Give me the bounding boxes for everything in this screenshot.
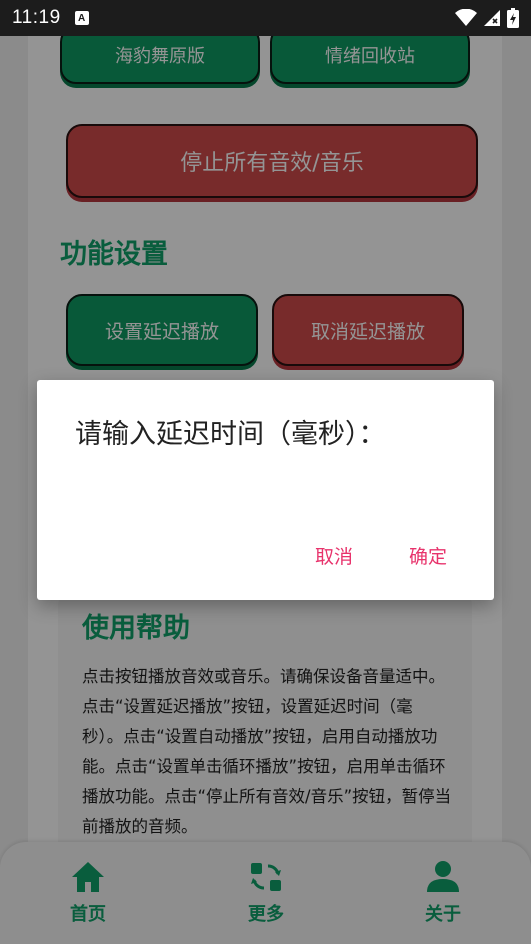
delay-input-dialog: 请输入延迟时间（毫秒）： 取消 确定 — [37, 380, 494, 600]
dialog-title: 请输入延迟时间（毫秒）： — [75, 419, 386, 450]
battery-icon — [507, 8, 519, 28]
status-bar: 11:19 A — [0, 0, 531, 36]
dialog-cancel-button[interactable]: 取消 — [315, 542, 353, 569]
status-time: 11:19 — [12, 7, 61, 28]
notification-icon: A — [74, 11, 89, 25]
delay-input[interactable] — [75, 470, 455, 510]
wifi-icon — [455, 9, 477, 26]
dialog-confirm-button[interactable]: 确定 — [409, 542, 447, 569]
signal-icon — [484, 10, 500, 26]
status-icons — [455, 8, 519, 28]
